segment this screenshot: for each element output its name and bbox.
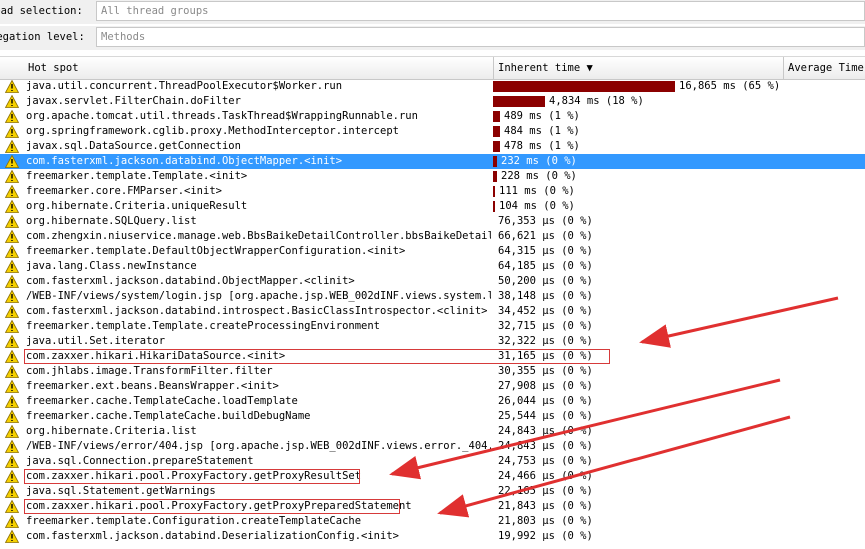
annotation-arrow [639,296,839,348]
annotation-arrow [437,415,791,518]
annotation-arrow [389,378,781,480]
annotation-arrows [389,296,839,518]
